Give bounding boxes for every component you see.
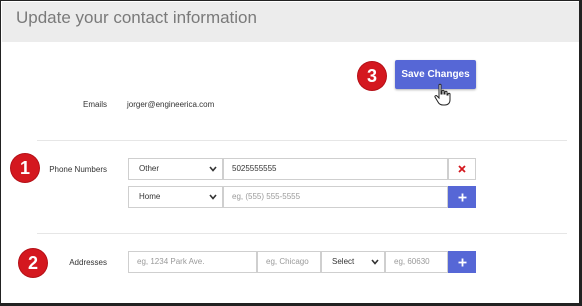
page-title: Update your contact information [16,8,257,27]
plus-icon [458,258,467,267]
add-phone-button[interactable] [448,186,476,208]
chevron-down-icon [209,194,217,200]
step-badge-3: 3 [358,62,386,90]
state-select-value: Select [332,257,355,266]
phone-type-select-1[interactable]: Other [128,158,223,180]
addresses-label: Addresses [69,258,107,267]
zip-input[interactable]: eg, 60630 [385,251,448,273]
phone-numbers-label: Phone Numbers [49,165,107,174]
divider [37,140,567,141]
street-input[interactable]: eg, 1234 Park Ave. [128,251,257,273]
phone-type-value: Home [139,192,161,201]
remove-phone-button[interactable] [448,158,476,180]
chevron-down-icon [371,259,379,265]
step-badge-1: 1 [11,154,39,182]
contact-form-window: Update your contact information 3 Save C… [0,0,582,306]
hand-pointer-icon [433,83,453,107]
phone-number-input-1[interactable]: 5025555555 [223,158,448,180]
chevron-down-icon [209,166,217,172]
phone-type-value: Other [139,164,160,173]
state-select[interactable]: Select [321,251,385,273]
divider [37,233,567,234]
close-icon [458,165,466,173]
phone-type-select-2[interactable]: Home [128,186,223,208]
phone-number-input-2[interactable]: eg, (555) 555-5555 [223,186,448,208]
email-value: jorger@engineerica.com [127,100,215,109]
step-badge-2: 2 [19,249,47,277]
emails-label: Emails [82,100,107,109]
add-address-button[interactable] [448,251,476,273]
city-input[interactable]: eg, Chicago [257,251,321,273]
page-header: Update your contact information [2,2,580,42]
plus-icon [458,193,467,202]
